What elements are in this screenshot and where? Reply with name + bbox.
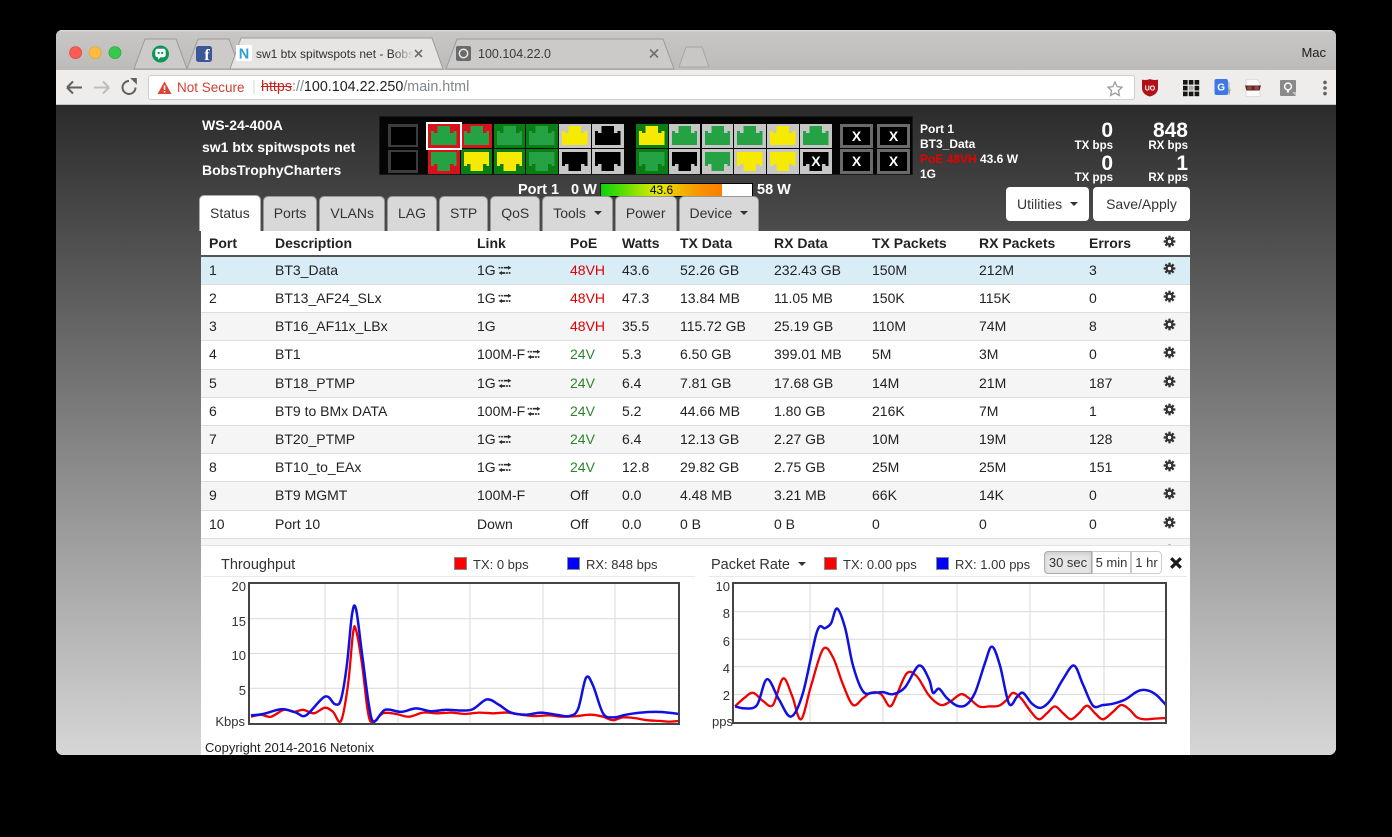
svg-text:UO: UO: [1145, 86, 1156, 93]
svg-text:sw1 btx spitwspots net - Bobs: sw1 btx spitwspots net - Bobs: [256, 47, 414, 61]
svg-text:N: N: [239, 47, 249, 63]
svg-text:100.104.22.0: 100.104.22.0: [478, 47, 551, 61]
svg-text:f: f: [204, 47, 210, 64]
svg-text:Mac: Mac: [1301, 45, 1326, 60]
svg-text:G: G: [1217, 83, 1225, 94]
